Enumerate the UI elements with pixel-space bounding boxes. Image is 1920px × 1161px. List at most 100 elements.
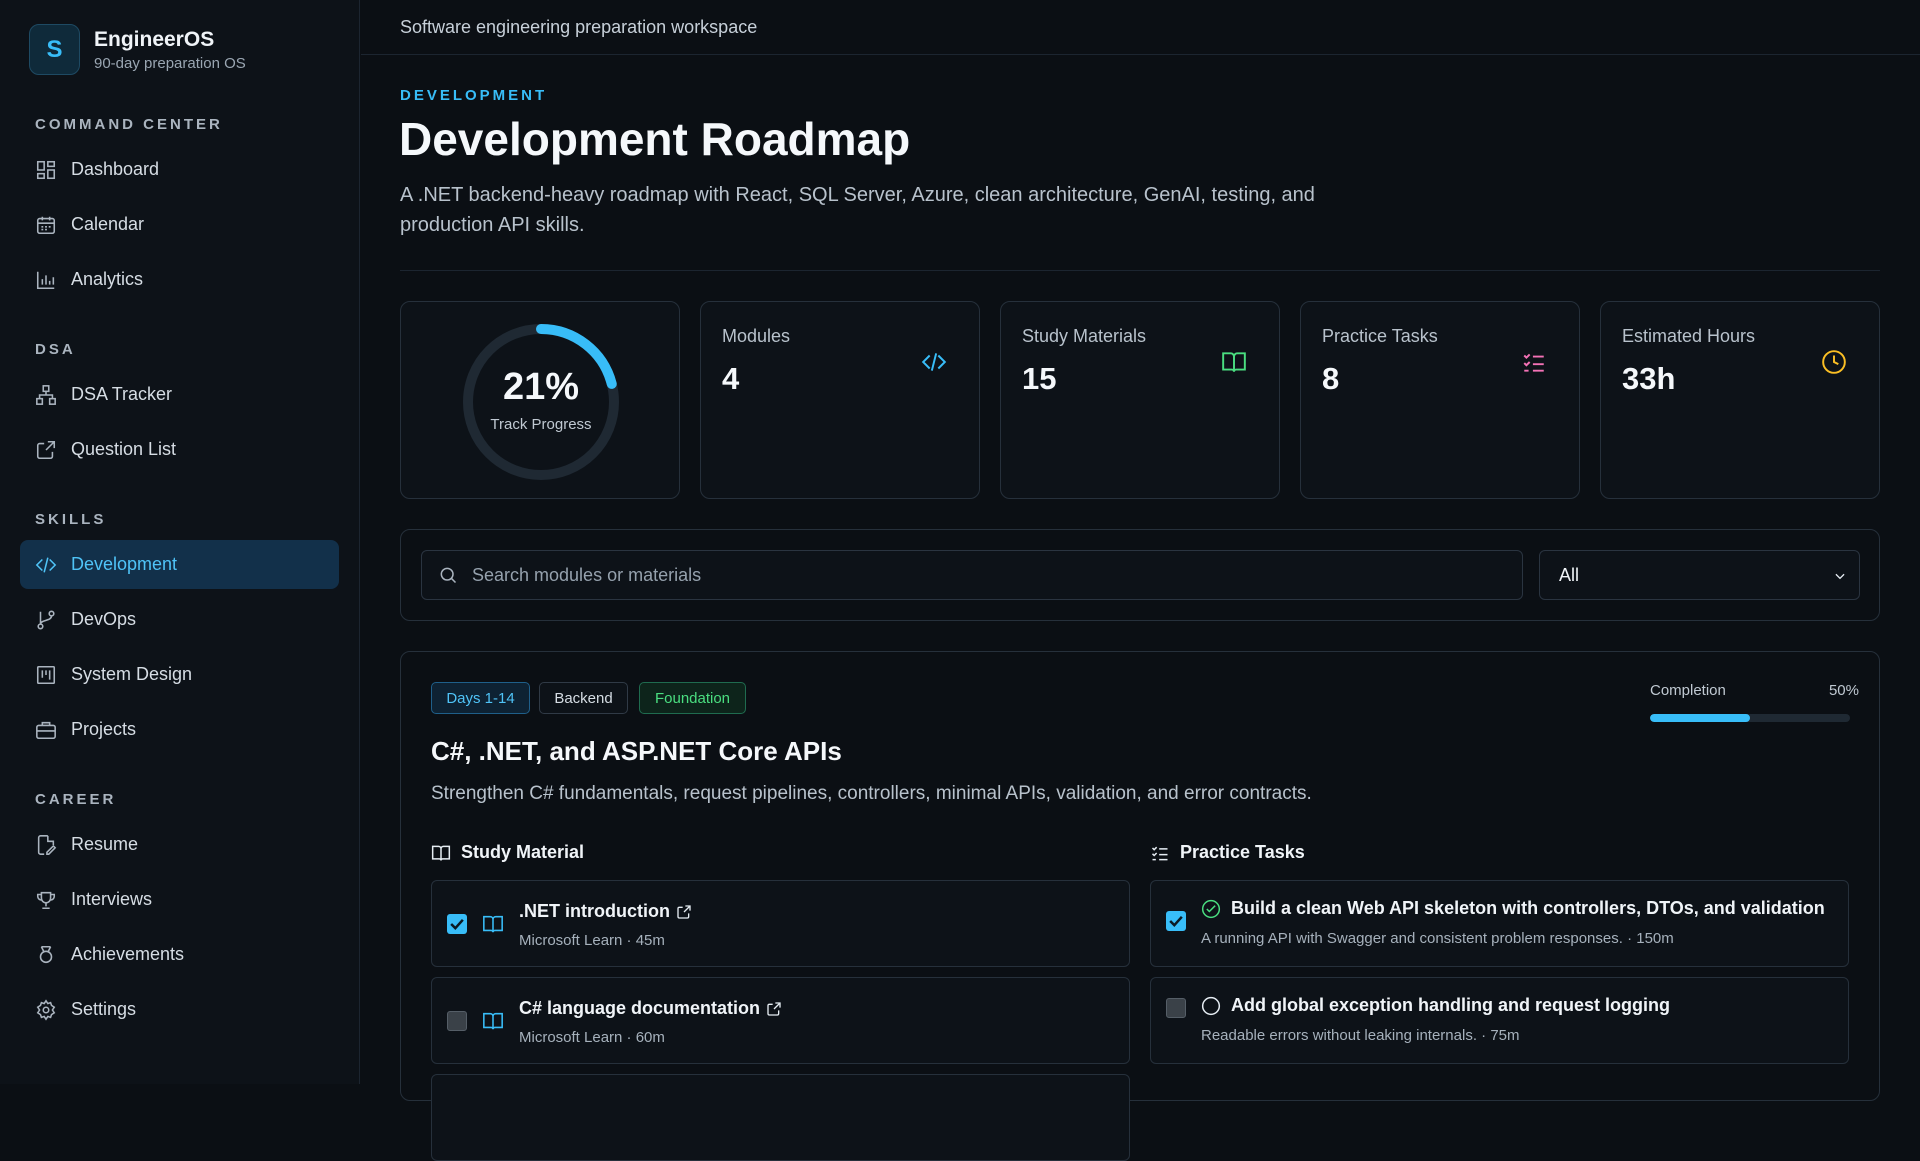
study-material-heading: Study Material — [431, 842, 584, 863]
book-icon — [431, 845, 451, 861]
file-edit-icon — [37, 834, 57, 855]
sidebar-item-label: Analytics — [71, 269, 144, 289]
material-item[interactable]: .NET introduction Microsoft Learn · 45m — [431, 880, 1130, 967]
stat-card-estimated-hours: Estimated Hours 33h — [1600, 301, 1880, 499]
filter-bar: All — [400, 529, 1880, 621]
stat-card-practice-tasks: Practice Tasks 8 — [1300, 301, 1580, 499]
material-item[interactable] — [431, 1074, 1130, 1161]
sidebar-item-dsa-tracker[interactable]: DSA Tracker — [20, 370, 339, 419]
material-checkbox[interactable] — [447, 914, 467, 934]
sidebar-item-dashboard[interactable]: Dashboard — [20, 145, 339, 194]
chevron-down-icon — [1835, 573, 1845, 580]
task-checkbox[interactable] — [1166, 998, 1186, 1018]
stat-label: Study Materials — [1022, 326, 1147, 346]
sidebar-item-label: Resume — [71, 834, 139, 854]
stat-card-modules: Modules 4 — [700, 301, 980, 499]
book-icon — [483, 915, 503, 933]
task-title: Add global exception handling and reques… — [1231, 995, 1671, 1015]
task-checkbox[interactable] — [1166, 911, 1186, 931]
sidebar-item-projects[interactable]: Projects — [20, 705, 339, 754]
sidebar-item-resume[interactable]: Resume — [20, 820, 339, 869]
calendar-icon — [36, 216, 56, 234]
progress-ring: 21% Track Progress — [461, 322, 621, 482]
task-item[interactable]: Add global exception handling and reques… — [1150, 977, 1849, 1064]
bar-chart-icon — [36, 271, 55, 289]
progress-label: Track Progress — [490, 416, 592, 433]
material-title[interactable]: C# language documentation — [519, 998, 782, 1019]
award-icon — [39, 945, 53, 963]
briefcase-icon — [36, 721, 56, 739]
stat-label: Practice Tasks — [1322, 326, 1438, 346]
sidebar-item-devops[interactable]: DevOps — [20, 595, 339, 644]
section-career: CAREER — [35, 791, 117, 808]
sidebar: S EngineerOS 90-day preparation OS COMMA… — [0, 0, 360, 1084]
material-checkbox[interactable] — [447, 1011, 467, 1031]
tag-days: Days 1-14 — [431, 682, 530, 714]
section-skills: SKILLS — [35, 511, 107, 528]
stat-value: 4 — [722, 361, 740, 396]
section-dsa: DSA — [35, 341, 76, 358]
sidebar-item-label: Question List — [71, 439, 177, 459]
material-title[interactable]: .NET introduction — [519, 901, 692, 922]
circle-icon — [1201, 996, 1221, 1016]
completion-value: 50% — [1828, 682, 1859, 699]
module-description: Strengthen C# fundamentals, request pipe… — [431, 783, 1312, 804]
page-eyebrow: DEVELOPMENT — [400, 87, 548, 104]
task-meta: Readable errors without leaking internal… — [1201, 1027, 1520, 1044]
external-link-icon — [677, 904, 691, 919]
tag-category: Backend — [539, 682, 628, 714]
search-input[interactable] — [472, 564, 1472, 586]
sidebar-item-label: Dashboard — [71, 159, 160, 179]
filter-select[interactable]: All — [1539, 550, 1860, 600]
sidebar-item-interviews[interactable]: Interviews — [20, 875, 339, 924]
stat-card-study-materials: Study Materials 15 — [1000, 301, 1280, 499]
sidebar-item-label: Development — [71, 554, 178, 574]
stat-value: 33h — [1622, 361, 1676, 396]
sidebar-item-question-list[interactable]: Question List — [20, 425, 339, 474]
sidebar-item-development[interactable]: Development — [20, 540, 339, 589]
external-link-icon — [767, 1001, 781, 1016]
sidebar-item-settings[interactable]: Settings — [20, 985, 339, 1034]
search-box[interactable] — [421, 550, 1523, 600]
external-link-icon — [36, 440, 56, 459]
stat-value: 8 — [1322, 361, 1340, 396]
brand[interactable]: S EngineerOS 90-day preparation OS — [29, 24, 246, 75]
sidebar-item-system-design[interactable]: System Design — [20, 650, 339, 699]
checklist-icon — [1523, 353, 1544, 372]
sidebar-item-label: System Design — [71, 664, 193, 684]
sidebar-item-calendar[interactable]: Calendar — [20, 200, 339, 249]
book-icon — [483, 1012, 503, 1030]
filter-select-value: All — [1559, 564, 1580, 585]
stat-label: Estimated Hours — [1622, 326, 1756, 346]
practice-tasks-heading: Practice Tasks — [1150, 842, 1305, 863]
topbar: Software engineering preparation workspa… — [361, 0, 1920, 55]
book-icon — [1222, 352, 1246, 372]
task-title: Build a clean Web API skeleton with cont… — [1231, 898, 1825, 918]
sidebar-item-achievements[interactable]: Achievements — [20, 930, 339, 979]
sidebar-item-label: Achievements — [71, 944, 185, 964]
sidebar-item-label: Calendar — [71, 214, 145, 234]
material-meta: Microsoft Learn · 60m — [519, 1029, 665, 1046]
task-item[interactable]: Build a clean Web API skeleton with cont… — [1150, 880, 1849, 967]
tag-level: Foundation — [639, 682, 746, 714]
module-card: Days 1-14 Backend Foundation Completion … — [400, 651, 1880, 1161]
check-icon — [450, 918, 464, 930]
material-item[interactable]: C# language documentation Microsoft Lear… — [431, 977, 1130, 1064]
sidebar-item-analytics[interactable]: Analytics — [20, 255, 339, 304]
stat-value: 15 — [1022, 361, 1057, 396]
git-branch-icon — [37, 610, 55, 629]
search-icon — [440, 567, 457, 584]
progress-card: 21% Track Progress — [400, 301, 680, 499]
sidebar-item-label: Interviews — [71, 889, 153, 909]
page-title: Development Roadmap — [399, 113, 911, 165]
brand-logo: S — [29, 24, 80, 75]
code-icon — [921, 353, 947, 371]
code-icon — [35, 556, 57, 573]
grid-icon — [36, 160, 56, 179]
check-icon — [1169, 915, 1183, 927]
material-meta: Microsoft Learn · 45m — [519, 932, 665, 949]
progress-percent: 21% — [502, 366, 580, 408]
completion-label: Completion — [1650, 682, 1726, 699]
checklist-icon — [1151, 846, 1168, 860]
task-meta: A running API with Swagger and consisten… — [1201, 930, 1674, 947]
